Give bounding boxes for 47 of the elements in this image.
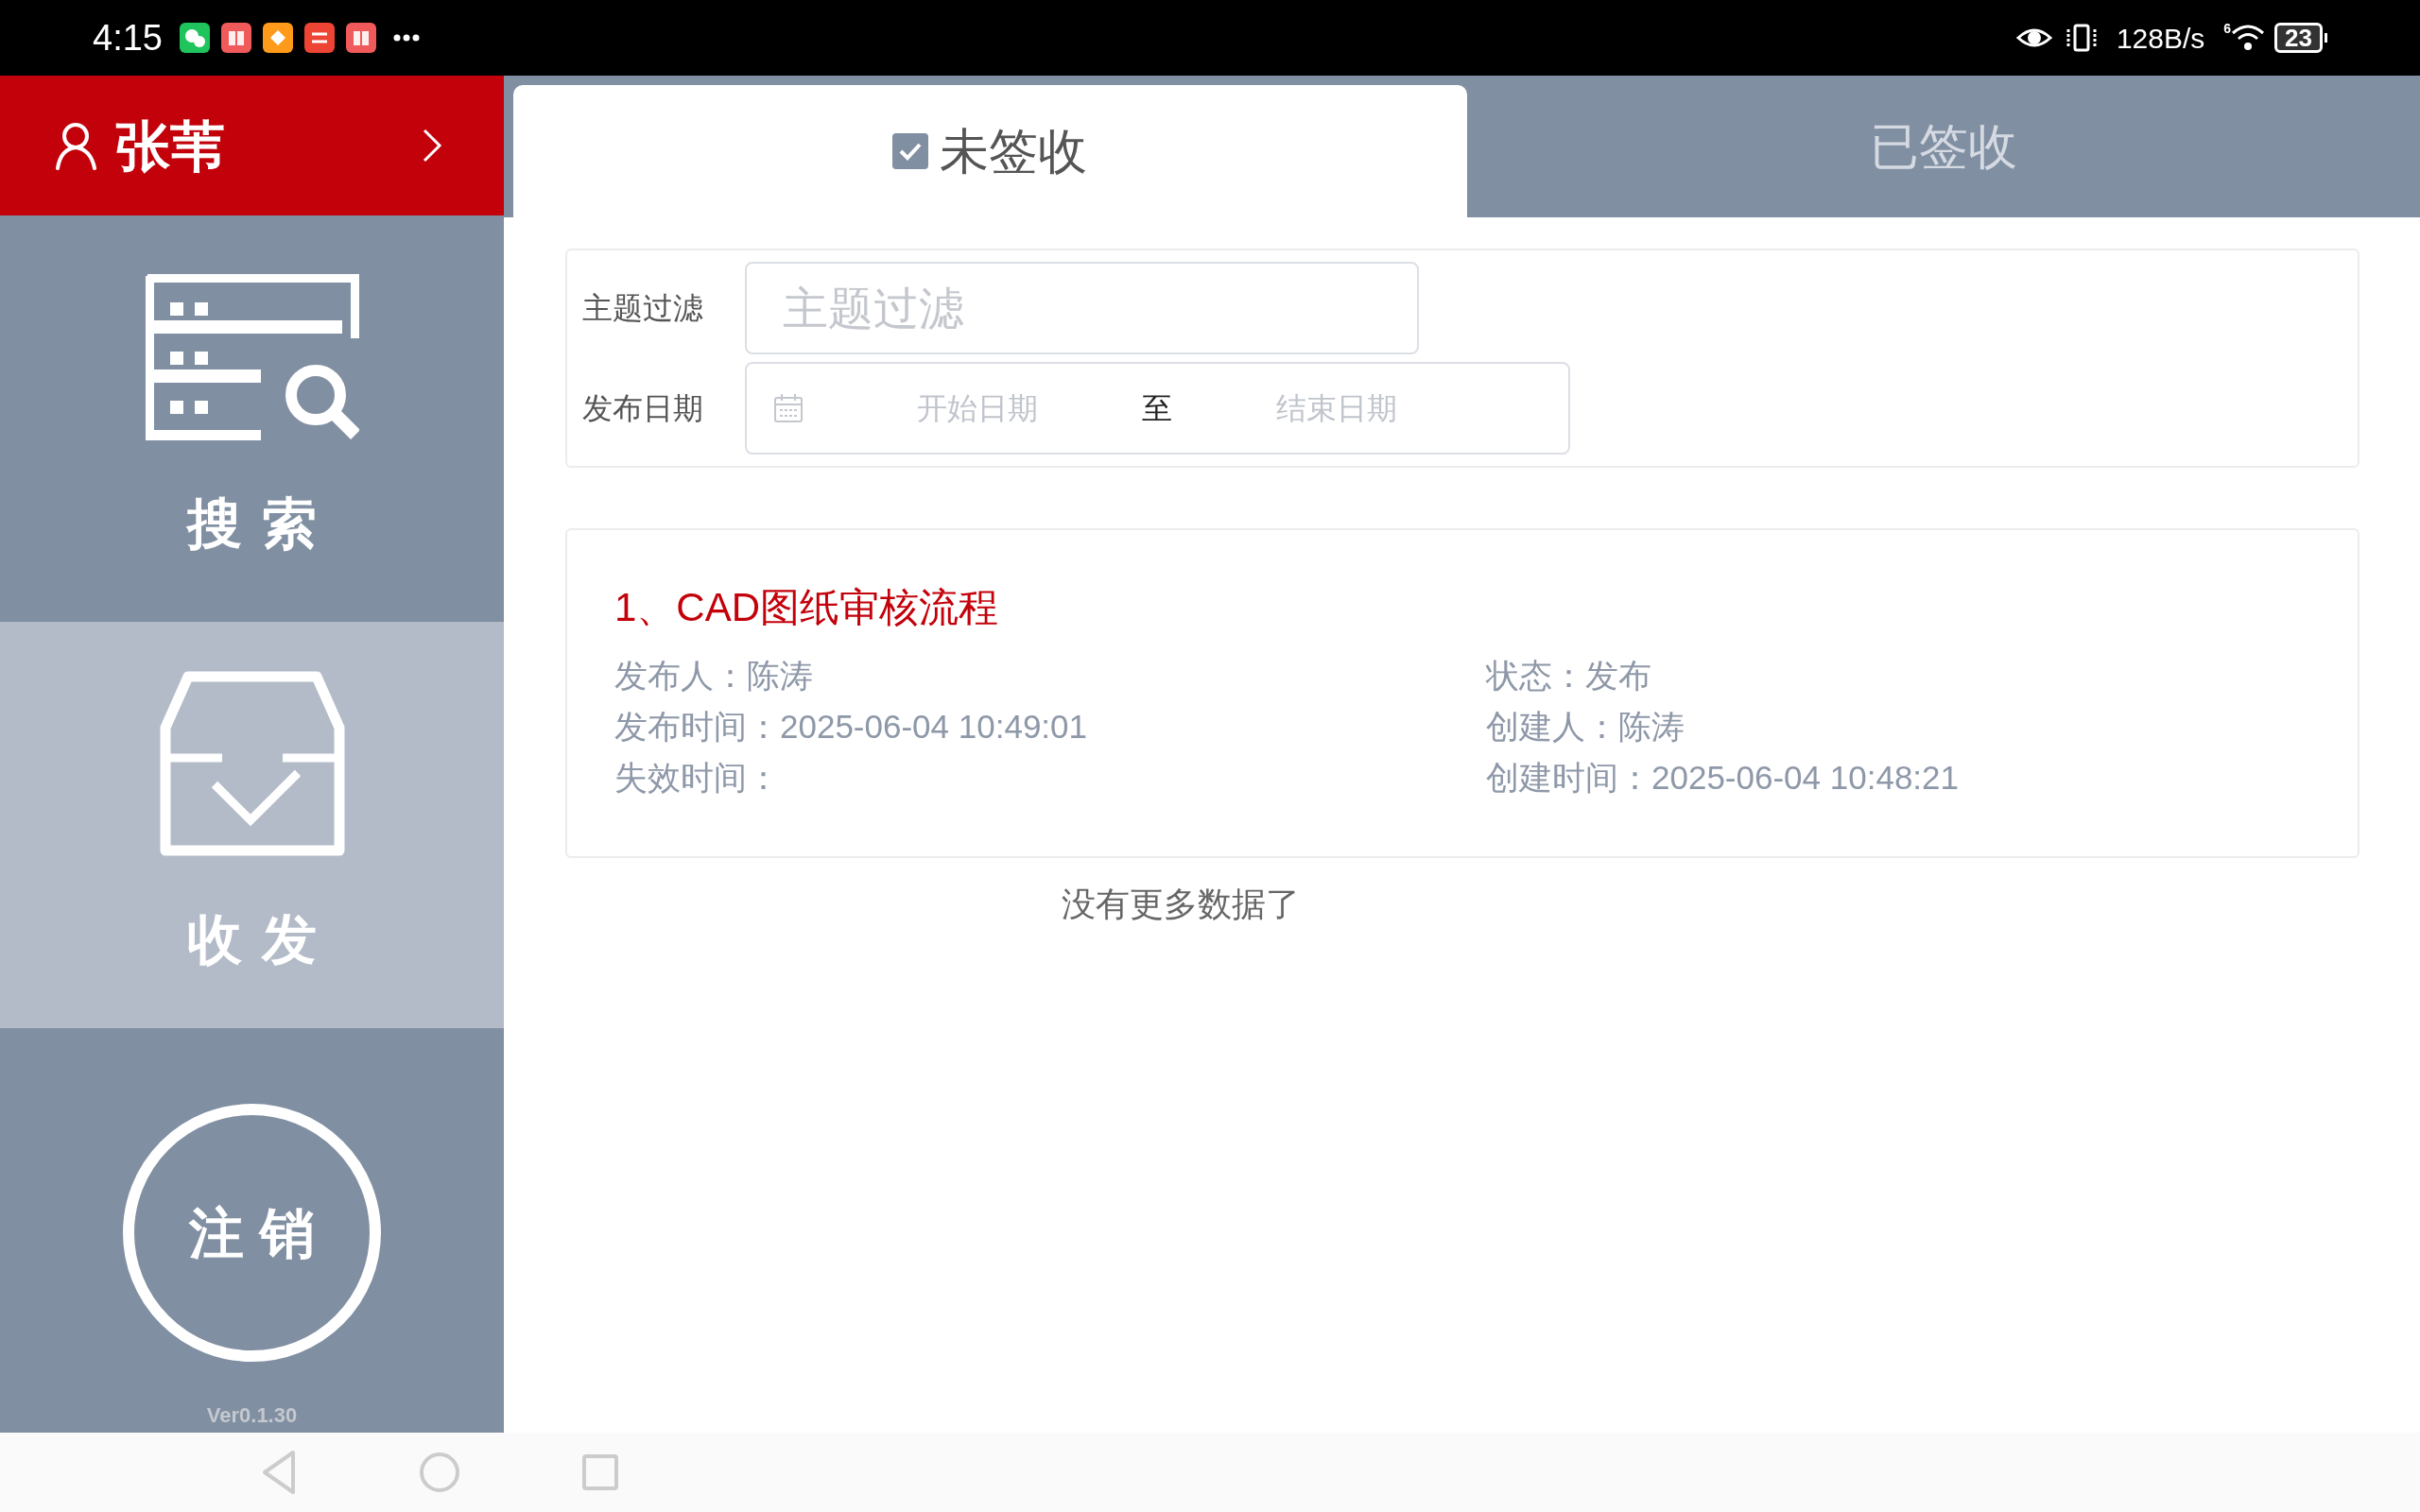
app-notification-icon: [262, 23, 293, 53]
vibrate-icon: [2065, 24, 2098, 52]
record-title: 1、CAD图纸审核流程: [614, 584, 1000, 631]
field-value: 陈涛: [1618, 706, 1685, 747]
network-speed: 128B/s: [2116, 21, 2205, 56]
more-icon: [392, 34, 420, 42]
field-label: 发布人：: [614, 655, 747, 696]
field-label: 状态：: [1486, 655, 1585, 696]
field-label: 创建人：: [1486, 706, 1618, 747]
field-value: 2025-06-04 10:48:21: [1651, 757, 1959, 798]
field-value: 陈涛: [747, 655, 813, 696]
battery-level: 23: [2274, 23, 2323, 53]
app-notification-icon: [345, 23, 376, 53]
calendar-icon: [773, 393, 804, 423]
checkbox-icon: [892, 133, 929, 169]
app-notification-icon: [220, 23, 251, 53]
server-search-icon: [145, 273, 359, 440]
field-label: 发布时间：: [614, 706, 780, 747]
filter-label: 主题过滤: [582, 290, 704, 327]
clock: 4:15: [93, 16, 163, 60]
back-icon[interactable]: [261, 1450, 297, 1495]
start-date-field[interactable]: 开始日期: [917, 386, 1038, 431]
field-value: 2025-06-04 10:49:01: [780, 706, 1087, 747]
filter-label: 发布日期: [582, 390, 704, 427]
end-date-field[interactable]: 结束日期: [1276, 386, 1397, 431]
user-profile-button[interactable]: 张苇: [0, 76, 504, 215]
chevron-right-icon: [421, 127, 443, 164]
range-separator: 至: [1142, 390, 1172, 427]
app-notification-icon: [179, 23, 210, 53]
app-notification-icon: [303, 23, 335, 53]
sidebar-nav-item[interactable]: 收发: [0, 622, 504, 1028]
user-icon: [55, 121, 98, 170]
record-card[interactable]: 1、CAD图纸审核流程 发布人：陈涛 状态：发布 发布时间：2025-06-04 10:49:01 创建人：陈涛 失效时间： 创建时间：2025-06-04 10:48:21: [565, 528, 2360, 858]
subject-filter-input[interactable]: 主题过滤: [745, 262, 1419, 354]
logout-button[interactable]: 注销: [123, 1104, 381, 1362]
field-label: 创建时间：: [1486, 757, 1651, 798]
date-range-picker[interactable]: 开始日期 至 结束日期: [745, 362, 1570, 455]
home-icon[interactable]: [420, 1452, 459, 1492]
inbox-check-icon: [159, 670, 345, 856]
version-label: Ver0.1.30: [206, 1402, 298, 1429]
field-value: 发布: [1585, 655, 1651, 696]
field-label: 失效时间：: [614, 757, 780, 798]
wifi-icon: [2231, 24, 2266, 52]
wifi-standard: 6: [2223, 20, 2232, 38]
recent-apps-icon[interactable]: [582, 1454, 618, 1490]
no-more-data-text: 没有更多数据了: [1062, 884, 1300, 925]
tab[interactable]: 未签收: [513, 85, 1467, 217]
